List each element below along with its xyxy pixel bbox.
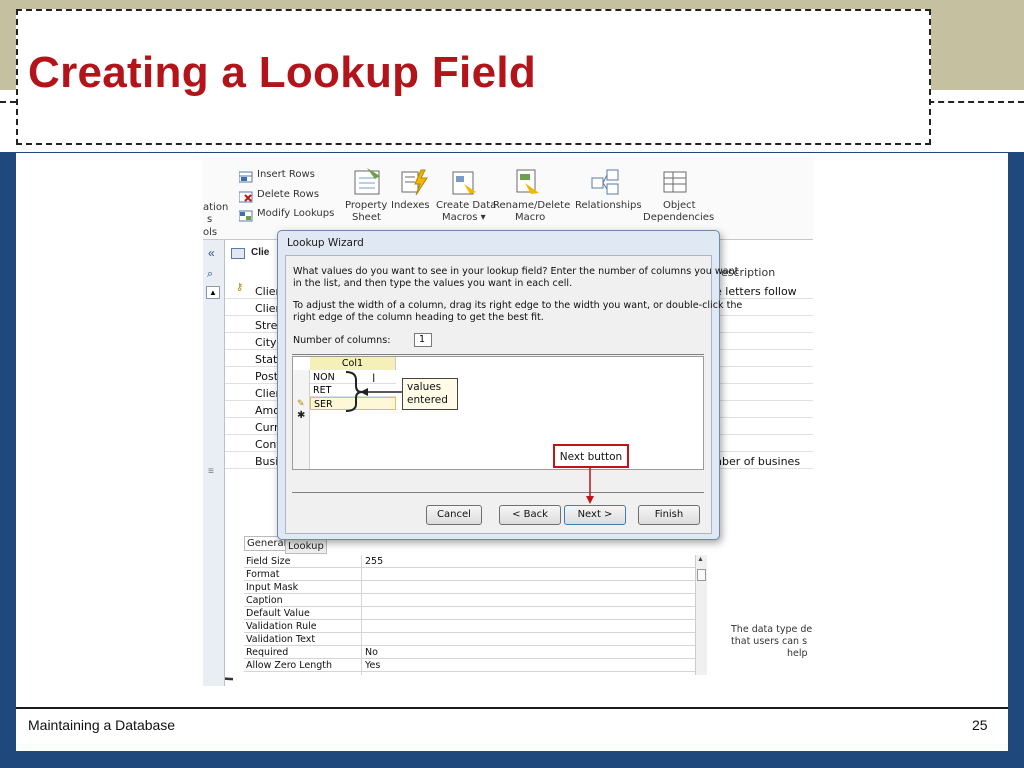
ribbon-left-partial-3: ols	[203, 227, 218, 238]
next-button[interactable]: Next >	[564, 505, 626, 525]
num-columns-label: Number of columns:	[293, 335, 391, 346]
wizard-instruction: What values do you want to see in your l…	[293, 266, 739, 277]
footer-title: Maintaining a Database	[28, 717, 176, 733]
delete-rows-button[interactable]: Delete Rows	[238, 188, 329, 204]
property-row[interactable]	[244, 568, 695, 581]
help-text: The data type de	[731, 624, 813, 635]
delete-rows-icon	[238, 190, 253, 203]
cancel-button[interactable]: Cancel	[426, 505, 482, 525]
property-row[interactable]	[244, 555, 695, 568]
property-sheet-icon	[353, 168, 383, 196]
indexes-button[interactable]: Indexes	[391, 164, 433, 224]
new-row-star-icon: ✱	[297, 410, 306, 421]
description-cell: nber of busines	[715, 455, 801, 468]
wizard-instruction: To adjust the width of a column, drag it…	[293, 300, 743, 311]
object-dependencies-icon	[661, 168, 691, 196]
property-name: Input Mask	[246, 582, 299, 593]
insert-rows-icon	[238, 170, 253, 183]
property-row[interactable]	[244, 646, 695, 659]
slide-title: Creating a Lookup Field	[28, 48, 537, 97]
indexes-icon	[399, 168, 429, 196]
field-name-cell: Busi	[255, 455, 279, 468]
modify-lookups-icon	[238, 209, 253, 222]
lookup-value-cell[interactable]: NON	[310, 371, 396, 384]
ribbon: ation s ols Insert Rows Delete Rows Modi…	[203, 158, 813, 240]
field-name-cell: Post	[255, 370, 279, 383]
property-name: Validation Rule	[246, 621, 317, 632]
relationships-icon	[591, 168, 621, 196]
object-dependencies-button[interactable]: Object Dependencies	[641, 164, 714, 234]
description-cell: e letters follow	[715, 285, 797, 298]
ribbon-left-partial-1: ation	[203, 202, 229, 213]
property-name: Format	[246, 569, 280, 580]
field-name-cell: Curr	[255, 421, 279, 434]
property-row[interactable]	[244, 607, 695, 620]
property-name: Allow Zero Length	[246, 660, 333, 671]
scroll-up-icon[interactable]: ▲	[697, 556, 704, 563]
collapse-nav-icon[interactable]: «	[208, 246, 215, 260]
property-name: Required	[246, 647, 289, 658]
property-name: Field Size	[246, 556, 291, 567]
property-value[interactable]: No	[365, 647, 378, 658]
property-row[interactable]	[244, 581, 695, 594]
create-data-macros-button[interactable]: Create Data Macros ▾	[434, 164, 496, 224]
nav-grip-icon: ≡	[208, 466, 214, 477]
property-divider	[361, 555, 362, 675]
help-text: that users can s	[731, 636, 808, 647]
page-number: 25	[972, 717, 988, 733]
scroll-up-icon[interactable]: ▲	[206, 286, 220, 299]
text-cursor-icon: I	[372, 371, 376, 385]
relationships-button[interactable]: Relationships	[573, 164, 642, 224]
properties-scrollbar[interactable]: ▲	[695, 555, 707, 675]
property-value[interactable]: Yes	[365, 660, 380, 671]
insert-rows-button[interactable]: Insert Rows	[238, 168, 329, 184]
ribbon-left-partial-2: s	[207, 214, 213, 225]
separator-line	[292, 492, 704, 493]
navigation-pane-strip[interactable]: « ⌕ ▲ ≡	[203, 240, 225, 686]
property-name: Validation Text	[246, 634, 316, 645]
lookup-value-cell-active[interactable]: SER	[310, 397, 396, 410]
table-icon	[231, 248, 245, 259]
property-sheet-button[interactable]: Property Sheet	[343, 164, 393, 224]
property-value[interactable]: 255	[365, 556, 383, 567]
col1-header[interactable]: Col1	[310, 357, 396, 370]
num-columns-input[interactable]: 1	[414, 333, 432, 347]
property-name: Default Value	[246, 608, 310, 619]
help-text: help	[787, 648, 808, 659]
property-name: Caption	[246, 595, 283, 606]
tab-lookup[interactable]: Lookup	[285, 539, 327, 554]
wizard-instruction: in the list, and then type the values yo…	[293, 278, 573, 289]
wizard-instruction: right edge of the column heading to get …	[293, 312, 544, 323]
table-tab[interactable]: Clie	[231, 246, 281, 262]
modify-lookups-button[interactable]: Modify Lookups	[238, 207, 339, 223]
field-name-cell: City	[255, 336, 277, 349]
next-button-callout: Next button	[553, 444, 629, 468]
edit-row-pencil-icon: ✎	[297, 398, 305, 408]
finish-button[interactable]: Finish	[638, 505, 700, 525]
rename-delete-macro-button[interactable]: Rename/Delete Macro	[493, 164, 570, 224]
lookup-value-cell[interactable]: RET	[310, 384, 396, 397]
separator-line	[292, 354, 704, 355]
create-data-macros-icon	[450, 168, 480, 196]
dialog-title: Lookup Wizard	[287, 237, 364, 249]
property-row[interactable]	[244, 594, 695, 607]
values-entered-callout: values entered	[402, 378, 458, 410]
back-button[interactable]: < Back	[499, 505, 561, 525]
scroll-thumb[interactable]	[697, 569, 706, 581]
search-icon[interactable]: ⌕	[207, 268, 213, 281]
rename-delete-macro-icon	[513, 168, 543, 196]
